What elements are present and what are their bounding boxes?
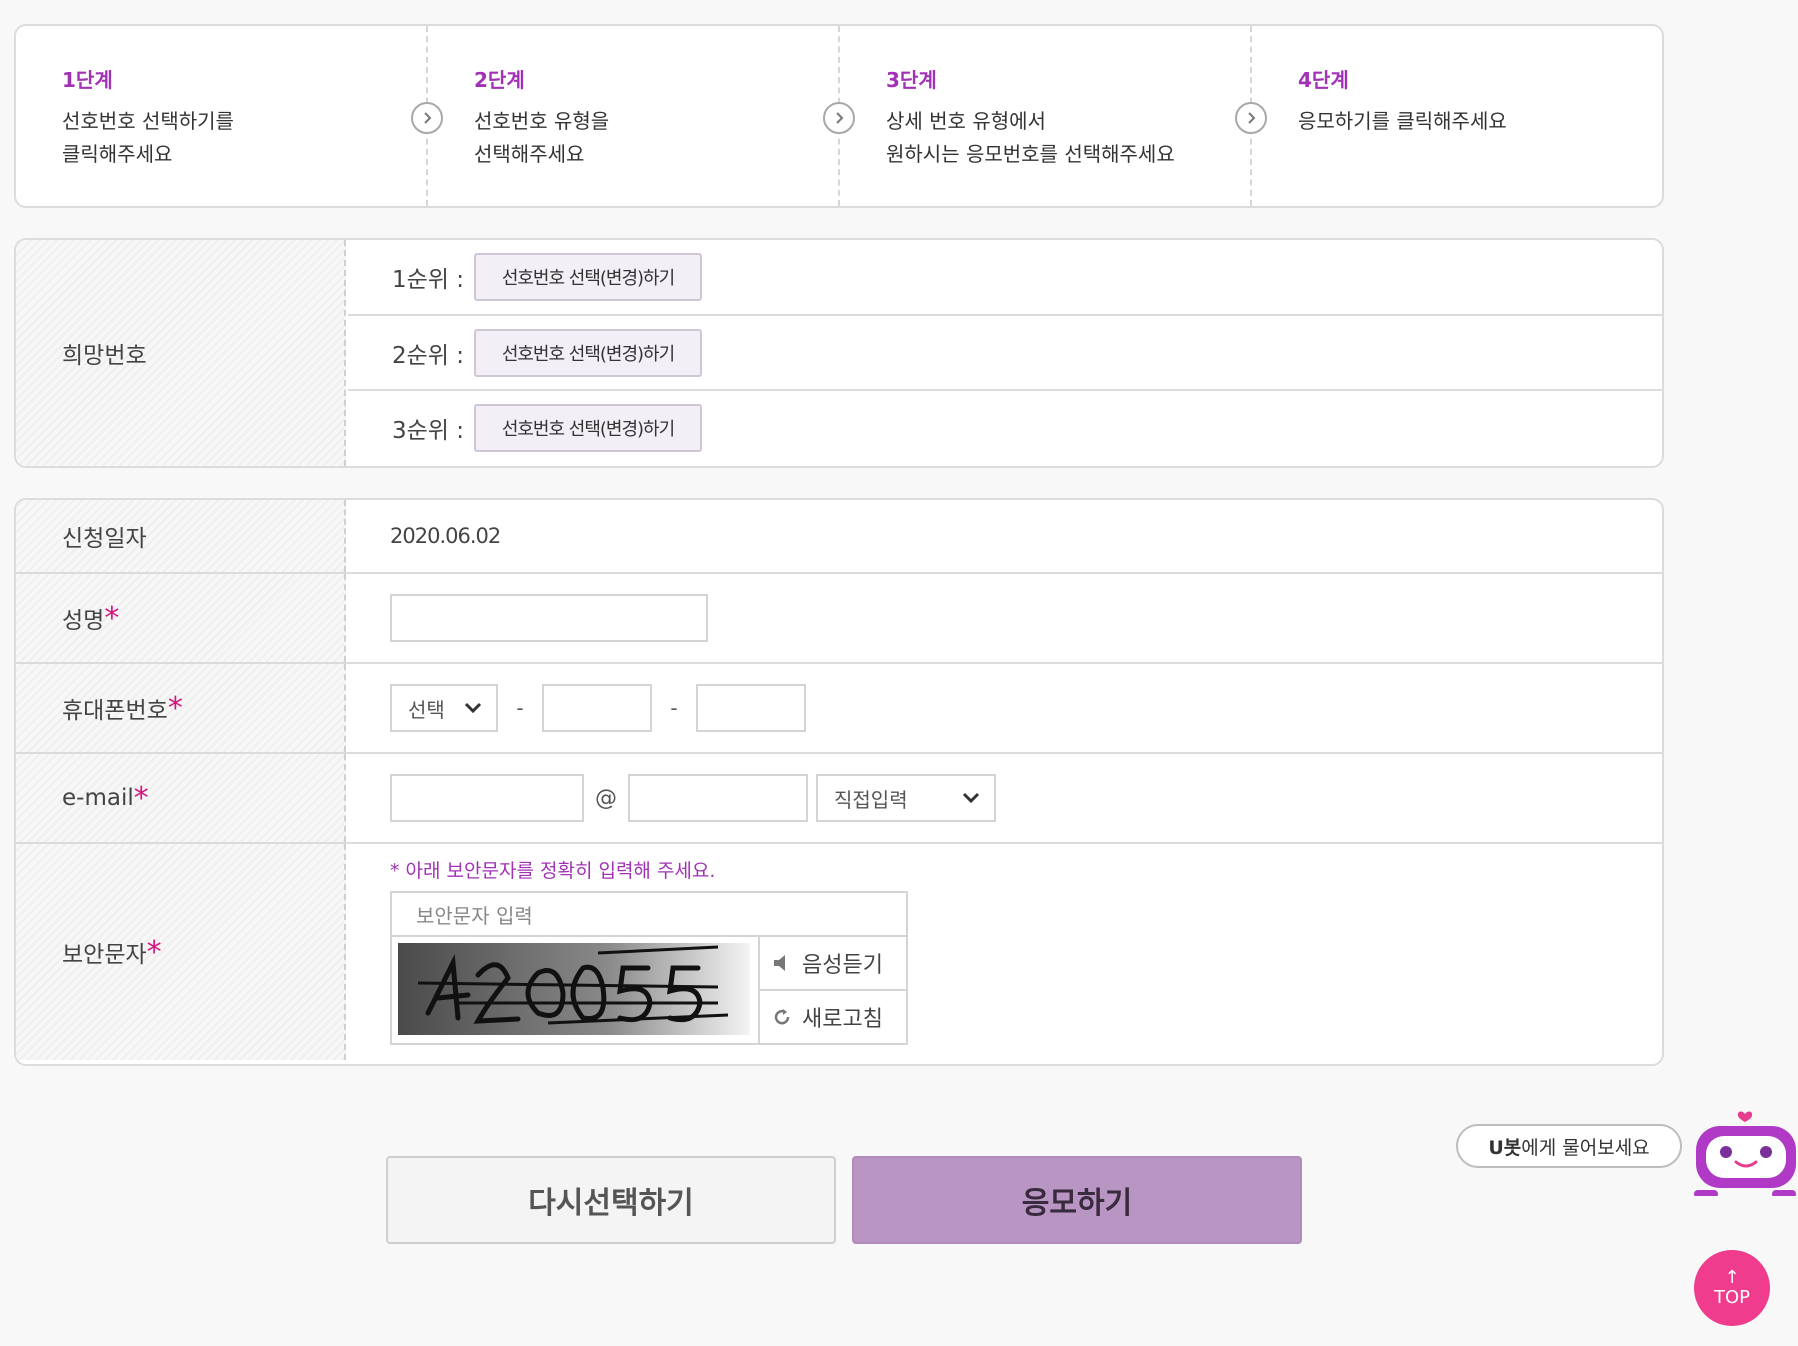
phone-middle-input[interactable]: [542, 684, 652, 732]
phone-row: 휴대폰번호 * 선택 - -: [16, 662, 1662, 752]
step-desc: 선호번호 선택하기를 클릭해주세요: [62, 109, 234, 166]
phone-label: 휴대폰번호 *: [16, 664, 346, 752]
phone-separator: -: [516, 696, 524, 720]
captcha-label: 보안문자 *: [16, 844, 346, 1060]
steps-panel: 1단계 선호번호 선택하기를 클릭해주세요 2단계 선호번호 유형을 선택해주세…: [14, 24, 1664, 208]
apply-button[interactable]: 응모하기: [852, 1156, 1302, 1244]
step-3: 3단계 상세 번호 유형에서 원하시는 응모번호를 선택해주세요: [823, 26, 1250, 206]
phone-prefix-value: 선택: [408, 697, 445, 722]
step-desc: 상세 번호 유형에서 원하시는 응모번호를 선택해주세요: [886, 109, 1175, 166]
step-2: 2단계 선호번호 유형을 선택해주세요: [411, 26, 838, 206]
date-value: 2020.06.02: [390, 524, 501, 548]
wish-rank-row: 2순위 : 선호번호 선택(변경)하기: [348, 314, 1662, 389]
step-4: 4단계 응모하기를 클릭해주세요: [1235, 26, 1662, 206]
captcha-listen-button[interactable]: 음성듣기: [760, 937, 906, 989]
step-desc: 선호번호 유형을 선택해주세요: [474, 109, 610, 166]
wish-number-section: 희망번호 1순위 : 선호번호 선택(변경)하기 2순위 : 선호번호 선택(변…: [14, 238, 1664, 468]
date-row: 신청일자 2020.06.02: [16, 500, 1662, 572]
email-label: e-mail *: [16, 754, 346, 842]
chevron-right-icon: [823, 102, 855, 134]
required-mark: *: [104, 600, 120, 636]
phone-label-text: 휴대폰번호: [62, 698, 168, 724]
phone-last-input[interactable]: [696, 684, 806, 732]
refresh-icon: [774, 1009, 790, 1025]
captcha-image: [392, 937, 760, 1043]
captcha-placeholder: 보안문자 입력: [416, 903, 533, 928]
email-row: e-mail * @ 직접입력: [16, 752, 1662, 842]
required-mark: *: [167, 690, 183, 726]
email-at-sign: @: [595, 785, 617, 811]
reselect-button[interactable]: 다시선택하기: [386, 1156, 836, 1244]
email-domain-select[interactable]: 직접입력: [816, 774, 996, 822]
speaker-icon: [774, 955, 785, 971]
rank-label: 2순위 :: [392, 342, 465, 369]
email-domain-input[interactable]: [628, 774, 808, 822]
captcha-label-text: 보안문자: [62, 942, 147, 968]
step-title: 3단계: [886, 68, 937, 92]
step-title: 1단계: [62, 68, 113, 92]
name-input[interactable]: [390, 594, 708, 642]
rank-label: 3순위 :: [392, 417, 465, 444]
captcha-note: * 아래 보안문자를 정확히 입력해 주세요.: [390, 860, 716, 882]
select-number-button-1[interactable]: 선호번호 선택(변경)하기: [474, 253, 702, 301]
required-mark: *: [133, 780, 149, 816]
step-desc: 응모하기를 클릭해주세요: [1298, 109, 1507, 133]
email-value-cell: @ 직접입력: [346, 754, 1662, 842]
wish-number-label: 희망번호: [16, 240, 346, 466]
scroll-top-button[interactable]: ↑ TOP: [1694, 1250, 1770, 1326]
phone-prefix-select[interactable]: 선택: [390, 684, 498, 732]
wish-rank-row: 3순위 : 선호번호 선택(변경)하기: [348, 389, 1662, 464]
phone-value-cell: 선택 - -: [346, 664, 1662, 752]
step-title: 4단계: [1298, 68, 1349, 92]
chevron-down-icon: [962, 792, 980, 804]
date-label-text: 신청일자: [62, 526, 147, 552]
chevron-right-icon: [411, 102, 443, 134]
chatbot-bubble[interactable]: U봇 에게 물어보세요: [1456, 1124, 1682, 1168]
applicant-info-section: 신청일자 2020.06.02 성명 * 휴대폰번호 * 선택 - - e-ma…: [14, 498, 1664, 1066]
email-label-text: e-mail: [62, 785, 134, 811]
date-label: 신청일자: [16, 500, 346, 572]
captcha-box: 보안문자 입력 음성듣기 새로고침: [390, 891, 908, 1045]
chatbot-name: U봇: [1488, 1136, 1522, 1159]
top-label: TOP: [1713, 1287, 1751, 1308]
captcha-actions: 음성듣기 새로고침: [760, 937, 906, 1043]
captcha-value-cell: * 아래 보안문자를 정확히 입력해 주세요. 보안문자 입력 음성듣기 새로고…: [346, 844, 1662, 1060]
chatbot-text: 에게 물어보세요: [1521, 1136, 1650, 1159]
step-title: 2단계: [474, 68, 525, 92]
captcha-row: 보안문자 * * 아래 보안문자를 정확히 입력해 주세요. 보안문자 입력 음…: [16, 842, 1662, 1060]
date-value-cell: 2020.06.02: [346, 500, 1662, 572]
email-id-input[interactable]: [390, 774, 584, 822]
chatbot-robot-icon[interactable]: [1692, 1106, 1798, 1198]
email-domain-value: 직접입력: [834, 787, 908, 812]
wish-label-text: 희망번호: [62, 343, 147, 369]
select-number-button-2[interactable]: 선호번호 선택(변경)하기: [474, 328, 702, 377]
required-mark: *: [146, 934, 162, 970]
wish-rank-row: 1순위 : 선호번호 선택(변경)하기: [348, 240, 1662, 314]
captcha-refresh-label: 새로고침: [802, 1007, 883, 1032]
step-1: 1단계 선호번호 선택하기를 클릭해주세요: [16, 26, 426, 206]
captcha-refresh-button[interactable]: 새로고침: [760, 989, 906, 1043]
captcha-input[interactable]: 보안문자 입력: [392, 893, 906, 937]
phone-separator: -: [670, 696, 678, 720]
rank-label: 1순위 :: [392, 267, 465, 293]
wish-rank-list: 1순위 : 선호번호 선택(변경)하기 2순위 : 선호번호 선택(변경)하기 …: [348, 240, 1662, 464]
name-label: 성명 *: [16, 574, 346, 662]
name-row: 성명 *: [16, 572, 1662, 662]
captcha-bottom: 음성듣기 새로고침: [392, 937, 906, 1043]
name-value-cell: [346, 574, 1662, 662]
chevron-right-icon: [1235, 102, 1267, 134]
chevron-down-icon: [464, 702, 482, 714]
captcha-listen-label: 음성듣기: [802, 953, 883, 978]
name-label-text: 성명: [62, 608, 105, 634]
arrow-up-icon: ↑: [1724, 1267, 1740, 1288]
select-number-button-3[interactable]: 선호번호 선택(변경)하기: [474, 403, 702, 452]
